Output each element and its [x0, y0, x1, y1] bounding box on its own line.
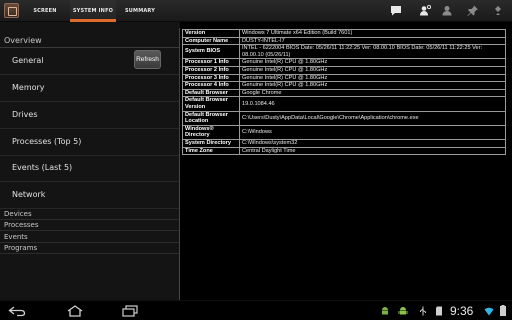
row-key: Processor 3 Info: [182, 73, 240, 83]
sidebar-item-drives[interactable]: Drives: [0, 102, 180, 129]
system-bar: 9:36: [0, 300, 512, 320]
sidebar-item-memory[interactable]: Memory: [0, 75, 180, 102]
sidebar-item-label: Network: [12, 190, 46, 199]
row-key: Windows® Directory: [182, 124, 240, 140]
back-icon[interactable]: [8, 305, 26, 317]
row-value: Genuine Intel(R) CPU @ 1.80GHz: [239, 58, 506, 67]
table-row: Version Windows 7 Ultimate x64 Edition (B…: [182, 29, 506, 38]
row-key: Processor 4 Info: [182, 81, 240, 90]
table-row: System BIOS INTEL - 6222004 BIOS Date: 05…: [182, 44, 506, 60]
row-key: System BIOS: [182, 44, 240, 60]
user-icon[interactable]: [441, 5, 453, 16]
row-value: 19.0.1084.46: [239, 96, 506, 112]
action-bar: SCREEN SHARING SYSTEM INFO SUMMARY: [0, 0, 512, 36]
system-info-table: Version Windows 7 Ultimate x64 Edition (B…: [182, 29, 506, 156]
home-icon[interactable]: [66, 305, 84, 317]
overview-header[interactable]: Overview: [4, 36, 42, 45]
section-label: Devices: [4, 210, 32, 218]
sidebar-section-processes[interactable]: Processes: [0, 220, 180, 231]
tab-system-info[interactable]: SYSTEM INFO: [70, 0, 116, 22]
battery-icon: [500, 305, 506, 316]
android-icon: [382, 307, 388, 315]
row-value: C:\Windows\system32: [239, 138, 506, 148]
row-value: C:\Windows: [239, 124, 506, 140]
sidebar-item-network[interactable]: Network: [0, 182, 180, 209]
table-row: Time Zone Central Daylight Time: [182, 146, 506, 156]
pin-icon[interactable]: [467, 5, 479, 16]
section-label: Programs: [4, 244, 38, 252]
table-row: Default Browser Google Chrome: [182, 88, 506, 98]
row-key: Processor 2 Info: [182, 65, 240, 75]
usb-icon: [420, 306, 426, 316]
table-row: System Directory C:\Windows\system32: [182, 138, 506, 148]
sidebar-section-devices[interactable]: Devices: [0, 209, 180, 220]
row-key: Default Browser Location: [182, 110, 240, 126]
tab-screen-sharing[interactable]: SCREEN SHARING: [22, 0, 68, 36]
table-row: Default Browser Version 19.0.1084.46: [182, 96, 506, 112]
sidebar-item-label: Events (Last 5): [12, 163, 73, 172]
table-row: Windows® Directory C:\Windows: [182, 124, 506, 140]
user-gear-icon[interactable]: [419, 5, 431, 16]
sdcard-icon: [436, 306, 442, 316]
row-value: DUSTY-INTEL-I7: [239, 36, 506, 46]
sidebar-item-processes-top5[interactable]: Processes (Top 5): [0, 129, 180, 156]
refresh-button[interactable]: Refresh: [134, 50, 161, 69]
sidebar-item-events-last5[interactable]: Events (Last 5): [0, 155, 180, 182]
chat-icon[interactable]: [390, 5, 402, 16]
sidebar-item-label: Processes (Top 5): [12, 137, 82, 146]
row-value: Genuine Intel(R) CPU @ 1.80GHz: [239, 65, 506, 75]
android-debug-icon: [398, 307, 408, 315]
recent-apps-icon[interactable]: [121, 305, 139, 317]
section-label: Processes: [4, 221, 39, 229]
row-value: Genuine Intel(R) CPU @ 1.80GHz: [239, 73, 506, 83]
row-value: Genuine Intel(R) CPU @ 1.80GHz: [239, 81, 506, 90]
table-row: Processor 1 Info Genuine Intel(R) CPU @ 1…: [182, 58, 506, 67]
row-value: Windows 7 Ultimate x64 Edition (Build 76…: [239, 29, 506, 38]
tab-summary[interactable]: SUMMARY: [118, 0, 162, 22]
sidebar-section-programs[interactable]: Programs: [0, 243, 180, 254]
table-row: Default Browser Location C:\Users\Dusty\A…: [182, 110, 506, 126]
overflow-menu-icon[interactable]: [492, 5, 504, 16]
sidebar-section-events[interactable]: Events: [0, 232, 180, 243]
table-row: Computer Name DUSTY-INTEL-I7: [182, 36, 506, 46]
table-row: Processor 4 Info Genuine Intel(R) CPU @ 1…: [182, 81, 506, 90]
section-label: Events: [4, 233, 28, 241]
sidebar-item-label: Drives: [12, 110, 38, 119]
row-key: Default Browser: [182, 88, 240, 98]
app-logo-icon: [4, 3, 19, 18]
row-value: C:\Users\Dusty\AppData\Local\Google\Chro…: [239, 110, 506, 126]
row-key: Computer Name: [182, 36, 240, 46]
row-key: System Directory: [182, 138, 240, 148]
table-row: Processor 3 Info Genuine Intel(R) CPU @ 1…: [182, 73, 506, 83]
row-key: Default Browser Version: [182, 96, 240, 112]
row-value: Central Daylight Time: [239, 146, 506, 156]
sidebar-item-label: Memory: [12, 83, 45, 92]
row-value: Google Chrome: [239, 88, 506, 98]
row-key: Time Zone: [182, 146, 240, 156]
row-value: INTEL - 6222004 BIOS Date: 05/26/11 11:2…: [239, 44, 506, 60]
clock: 9:36: [450, 304, 474, 318]
table-row: Processor 2 Info Genuine Intel(R) CPU @ 1…: [182, 65, 506, 75]
sidebar-item-label: General: [12, 56, 44, 65]
wifi-icon: [484, 307, 494, 316]
row-key: Processor 1 Info: [182, 58, 240, 67]
row-key: Version: [182, 29, 240, 38]
